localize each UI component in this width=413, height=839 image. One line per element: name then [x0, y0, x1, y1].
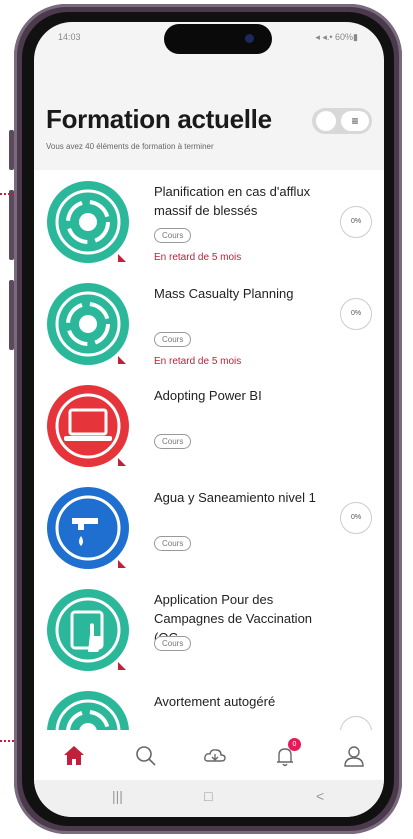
- course-list-item[interactable]: Agua y Saneamiento nivel 1 Cours 0%: [34, 476, 384, 579]
- course-list-item[interactable]: Application Pour des Campagnes de Vaccin…: [34, 578, 384, 681]
- list-icon: ≡: [341, 111, 369, 131]
- volume-up-button: [9, 130, 14, 170]
- course-type-badge: Cours: [154, 636, 192, 651]
- course-title: Avortement autogéré: [154, 694, 276, 709]
- download-cloud-icon[interactable]: [201, 742, 229, 770]
- search-icon[interactable]: [132, 742, 160, 770]
- bottom-tab-bar: 0: [34, 730, 384, 780]
- course-list: Planification en cas d'afflux massif de …: [34, 170, 384, 730]
- recents-button[interactable]: |||: [112, 788, 123, 804]
- course-title: Mass Casualty Planning: [154, 286, 294, 301]
- notification-bell-icon[interactable]: 0: [271, 738, 301, 770]
- status-icons: ◂ ◂.• 60%▮: [315, 32, 358, 42]
- course-type-badge: Cours: [154, 228, 192, 243]
- water-tap-icon: [44, 484, 132, 572]
- course-list-item[interactable]: Avortement autogéré: [34, 680, 384, 730]
- medical-cycle-icon: [44, 688, 132, 730]
- toggle-knob: [316, 111, 336, 131]
- page-header: Formation actuelle Vous avez 40 éléments…: [34, 102, 384, 172]
- notification-badge: 0: [288, 738, 301, 751]
- course-list-item[interactable]: Mass Casualty Planning Cours En retard de …: [34, 272, 384, 375]
- course-title: Adopting Power BI: [154, 388, 262, 403]
- camera-notch: [164, 24, 272, 54]
- annotation-marker: [0, 193, 14, 195]
- course-type-badge: Cours: [154, 332, 192, 347]
- laptop-icon: [44, 382, 132, 470]
- progress-indicator: 0%: [340, 502, 372, 534]
- course-type-badge: Cours: [154, 434, 192, 449]
- side-button: [9, 280, 14, 350]
- view-toggle[interactable]: ≡: [312, 108, 372, 134]
- medical-cycle-icon: [44, 178, 132, 266]
- overdue-status: En retard de 5 mois: [154, 356, 242, 367]
- annotation-marker: [0, 740, 14, 742]
- course-type-badge: Cours: [154, 536, 192, 551]
- home-icon[interactable]: [60, 742, 88, 770]
- page-title: Formation actuelle: [46, 104, 272, 134]
- system-home-button[interactable]: □: [204, 788, 212, 804]
- tablet-touch-icon: [44, 586, 132, 674]
- course-title: Agua y Saneamiento nivel 1: [154, 490, 316, 505]
- volume-down-button: [9, 190, 14, 260]
- camera-icon: [245, 34, 254, 43]
- back-button[interactable]: <: [316, 788, 324, 804]
- course-list-item[interactable]: Adopting Power BI Cours: [34, 374, 384, 477]
- progress-indicator: 0%: [340, 298, 372, 330]
- progress-indicator: 0%: [340, 206, 372, 238]
- system-nav-bar: ||| □ <: [34, 780, 384, 817]
- course-title: Planification en cas d'afflux massif de …: [154, 184, 311, 218]
- overdue-status: En retard de 5 mois: [154, 252, 242, 263]
- profile-icon[interactable]: [340, 742, 368, 770]
- status-time: 14:03: [58, 32, 81, 42]
- course-list-item[interactable]: Planification en cas d'afflux massif de …: [34, 170, 384, 273]
- page-subtitle: Vous avez 40 éléments de formation à ter…: [46, 142, 214, 151]
- medical-cycle-icon: [44, 280, 132, 368]
- app-screen: 14:03 ◂ ◂.• 60%▮ Formation actuelle Vous…: [34, 22, 384, 817]
